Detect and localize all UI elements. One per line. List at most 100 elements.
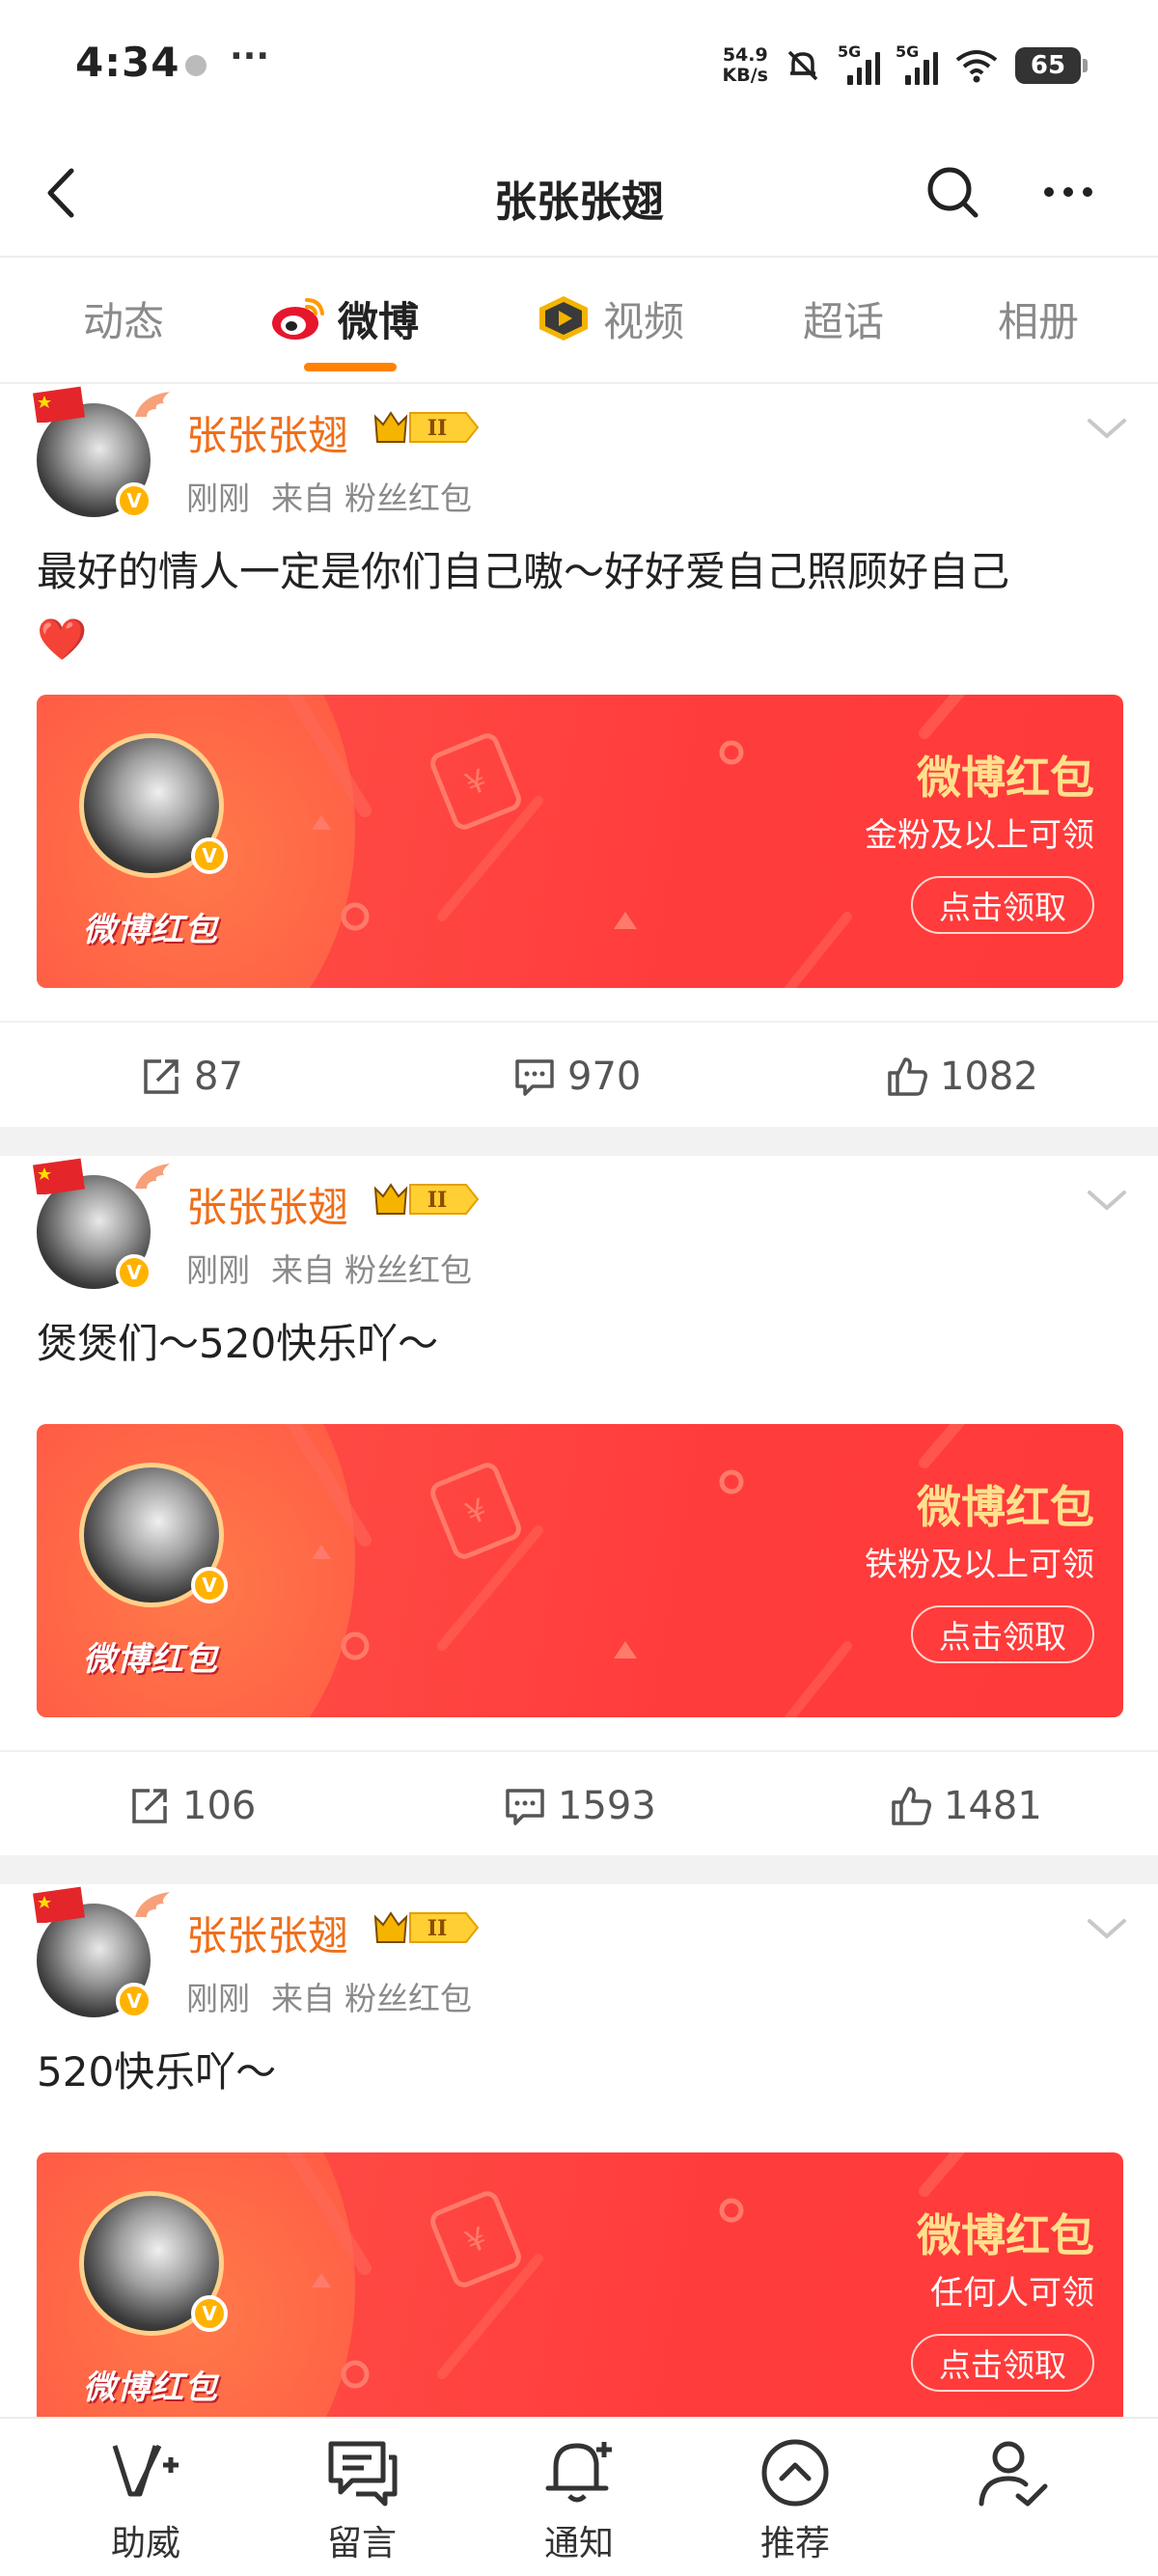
toolbar-message[interactable]: 留言	[290, 2436, 434, 2565]
avatar-group[interactable]: V	[33, 386, 170, 524]
avatar-group[interactable]: V	[33, 1158, 170, 1296]
active-tab-indicator	[304, 363, 397, 371]
chevron-down-icon[interactable]	[1086, 1185, 1128, 1214]
like-button[interactable]: 1082	[886, 1050, 1038, 1104]
bell-muted-icon	[787, 50, 818, 81]
comment-button[interactable]: 1593	[504, 1779, 656, 1833]
source-prefix: 来自	[271, 1980, 335, 2017]
repost-count: 106	[182, 1784, 257, 1828]
repost-icon	[144, 1059, 179, 1094]
verified-badge-icon: V	[116, 1254, 152, 1291]
chevron-up-circle-icon	[761, 2439, 829, 2507]
china-flag-icon	[33, 386, 85, 423]
toolbar-label: 助威	[110, 2524, 180, 2563]
message-icon	[328, 2441, 398, 2507]
member-level-badge-icon: II	[373, 411, 480, 443]
card-brand: 微博红包	[83, 2369, 218, 2407]
post-meta: 刚刚 来自 粉丝红包	[186, 1245, 493, 1291]
comment-button[interactable]: 970	[513, 1050, 641, 1104]
tab-video[interactable]: 视频	[536, 289, 684, 347]
claim-button[interactable]: 点击领取	[911, 1605, 1094, 1663]
member-level-badge-icon: II	[373, 1911, 480, 1943]
sim1-label: 5G	[838, 42, 862, 61]
toolbar-recommend[interactable]: 推荐	[723, 2436, 868, 2565]
svg-text:¥: ¥	[460, 761, 492, 803]
comment-icon	[515, 1059, 554, 1096]
post-card[interactable]: V 张张张翅 II 刚刚 来自 粉丝红包 煲煲们～520快乐吖～ ¥ V 微博红包 …	[0, 1156, 1158, 1855]
battery-icon: 65	[1015, 47, 1088, 84]
author-name[interactable]: 张张张翅	[186, 403, 348, 462]
red-packet-card[interactable]: ¥ V 微博红包 微博红包 任何人可领 点击领取	[37, 2152, 1123, 2417]
page-title: 张张张翅	[494, 178, 664, 227]
chevron-down-icon[interactable]	[1086, 413, 1128, 442]
toolbar-boost[interactable]: 助威	[73, 2436, 218, 2565]
nav-divider	[0, 256, 1158, 258]
avatar-group[interactable]: V	[33, 1886, 170, 2024]
notification-dot-icon	[185, 55, 207, 76]
card-title: 微博红包	[917, 752, 1094, 804]
like-count: 1481	[944, 1784, 1042, 1828]
status-time: 4:34	[75, 39, 180, 86]
like-button[interactable]: 1481	[890, 1779, 1042, 1833]
toolbar-label: 推荐	[759, 2524, 830, 2563]
toolbar-profile[interactable]	[940, 2436, 1085, 2515]
author-name[interactable]: 张张张翅	[186, 1175, 348, 1234]
card-title: 微博红包	[917, 2209, 1094, 2261]
verified-badge-icon: V	[191, 1567, 228, 1603]
tab-label: 动态	[83, 297, 165, 345]
claim-button[interactable]: 点击领取	[911, 876, 1094, 934]
video-play-icon	[539, 296, 588, 341]
claim-button[interactable]: 点击领取	[911, 2334, 1094, 2392]
source-prefix: 来自	[271, 480, 335, 517]
more-options-icon[interactable]	[1037, 161, 1099, 223]
card-condition: 金粉及以上可领	[865, 816, 1094, 855]
toolbar-label: 留言	[326, 2524, 397, 2563]
status-more-icon: ···	[230, 37, 270, 76]
post-source: 粉丝红包	[345, 1980, 472, 2017]
tab-dynamic[interactable]: 动态	[83, 289, 164, 347]
level-text: II	[427, 416, 448, 441]
comment-icon	[506, 1789, 544, 1825]
post-meta: 刚刚 来自 粉丝红包	[186, 473, 493, 519]
author-name[interactable]: 张张张翅	[186, 1904, 348, 1962]
svg-text:¥: ¥	[460, 1491, 492, 1532]
card-condition: 铁粉及以上可领	[865, 1546, 1094, 1584]
chevron-down-icon[interactable]	[1086, 1913, 1128, 1942]
net-speed-value: 54.9	[722, 44, 768, 66]
bottom-toolbar: 助威 留言 通知 推荐	[0, 2417, 1158, 2576]
member-level-badge-icon: II	[373, 1183, 480, 1215]
post-card[interactable]: V 张张张翅 II 刚刚 来自 粉丝红包 最好的情人一定是你们自己嗷～好好爱自己照顾…	[0, 384, 1158, 1127]
red-packet-card[interactable]: ¥ V 微博红包 微博红包 铁粉及以上可领 点击领取	[37, 1424, 1123, 1717]
svg-text:¥: ¥	[460, 2219, 492, 2261]
verified-badge-icon: V	[191, 2295, 228, 2332]
source-prefix: 来自	[271, 1251, 335, 1289]
card-condition: 任何人可领	[930, 2274, 1094, 2313]
repost-button[interactable]: 106	[128, 1779, 256, 1833]
card-brand: 微博红包	[83, 911, 218, 949]
china-flag-icon	[33, 1158, 85, 1194]
card-title: 微博红包	[917, 1481, 1094, 1533]
tab-label: 超话	[803, 297, 885, 345]
nav-bar: 张张张翅	[0, 130, 1158, 256]
search-icon[interactable]	[922, 161, 983, 223]
tab-label: 相册	[998, 297, 1080, 345]
post-text-content: 520快乐吖～	[37, 2048, 277, 2096]
post-card[interactable]: V 张张张翅 II 刚刚 来自 粉丝红包 520快乐吖～ ¥ V 微博红包 微博红包…	[0, 1884, 1158, 2417]
china-flag-icon	[33, 1886, 85, 1923]
repost-button[interactable]: 87	[140, 1050, 243, 1104]
post-text-content: 煲煲们～520快乐吖～	[37, 1320, 439, 1367]
card-brand: 微博红包	[83, 1640, 218, 1679]
toolbar-label: 通知	[543, 2524, 614, 2563]
toolbar-notify[interactable]: 通知	[507, 2436, 651, 2565]
post-text: 煲煲们～520快乐吖～	[37, 1310, 1127, 1378]
tab-super-topic[interactable]: 超话	[803, 289, 884, 347]
signal-1-icon: 5G	[838, 42, 880, 85]
repost-count: 87	[194, 1055, 243, 1099]
post-source: 粉丝红包	[345, 1251, 472, 1289]
post-meta: 刚刚 来自 粉丝红包	[186, 1973, 493, 2019]
tab-weibo[interactable]: 微博	[270, 289, 419, 347]
net-speed-unit: KB/s	[722, 65, 768, 86]
post-time: 刚刚	[186, 1251, 250, 1289]
tab-album[interactable]: 相册	[998, 289, 1079, 347]
red-packet-card[interactable]: ¥ V 微博红包 微博红包 金粉及以上可领 点击领取	[37, 695, 1123, 988]
